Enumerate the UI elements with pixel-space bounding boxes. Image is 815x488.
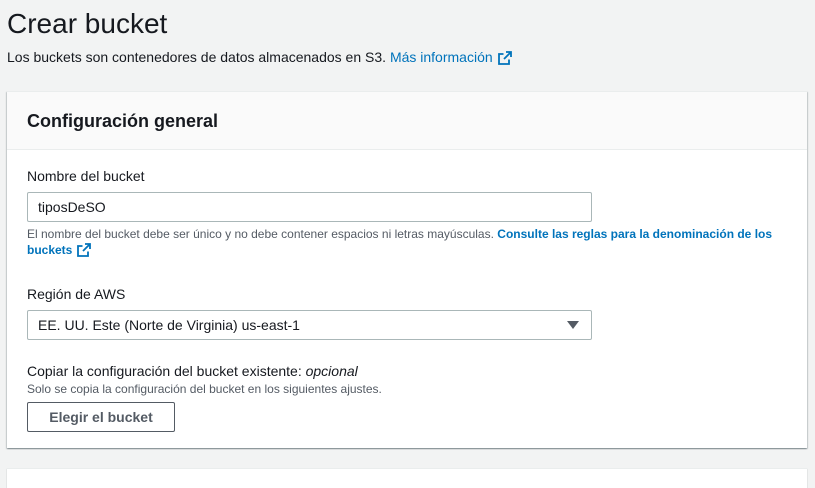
- region-selected-value: EE. UU. Este (Norte de Virginia) us-east…: [38, 317, 300, 333]
- region-field: Región de AWS EE. UU. Este (Norte de Vir…: [27, 284, 787, 340]
- panel-title: Configuración general: [27, 111, 219, 131]
- region-label: Región de AWS: [27, 286, 126, 302]
- copy-settings-label: Copiar la configuración del bucket exist…: [27, 361, 787, 381]
- page-title: Crear bucket: [7, 8, 168, 39]
- page-description: Los buckets son contenedores de datos al…: [7, 47, 807, 70]
- region-select[interactable]: EE. UU. Este (Norte de Virginia) us-east…: [27, 310, 592, 340]
- more-info-link-label: Más información: [389, 49, 493, 65]
- external-link-icon: [77, 243, 92, 261]
- external-link-icon: [497, 50, 512, 70]
- copy-settings-field: Copiar la configuración del bucket exist…: [27, 361, 787, 432]
- panel-header: Configuración general: [7, 92, 807, 150]
- choose-bucket-button[interactable]: Elegir el bucket: [27, 402, 175, 432]
- copy-settings-label-text: Copiar la configuración del bucket exist…: [27, 363, 302, 379]
- page-description-text: Los buckets son contenedores de datos al…: [7, 49, 387, 65]
- next-panel: [7, 468, 807, 488]
- panel-body: Nombre del bucket tiposDeSO El nombre de…: [7, 166, 807, 432]
- more-info-link[interactable]: Más información: [390, 49, 512, 65]
- copy-settings-description: Solo se copia la configuración del bucke…: [27, 382, 382, 396]
- page-header: Crear bucket Los buckets son contenedore…: [7, 6, 807, 70]
- bucket-name-hint: El nombre del bucket debe ser único y no…: [27, 226, 787, 261]
- optional-tag: opcional: [305, 363, 358, 379]
- bucket-name-label: Nombre del bucket: [27, 168, 145, 184]
- bucket-name-input[interactable]: tiposDeSO: [27, 192, 592, 222]
- bucket-name-hint-text: El nombre del bucket debe ser único y no…: [27, 227, 494, 241]
- caret-down-icon: [567, 321, 579, 329]
- bucket-name-field: Nombre del bucket tiposDeSO El nombre de…: [27, 166, 787, 261]
- general-config-panel: Configuración general Nombre del bucket …: [7, 91, 807, 448]
